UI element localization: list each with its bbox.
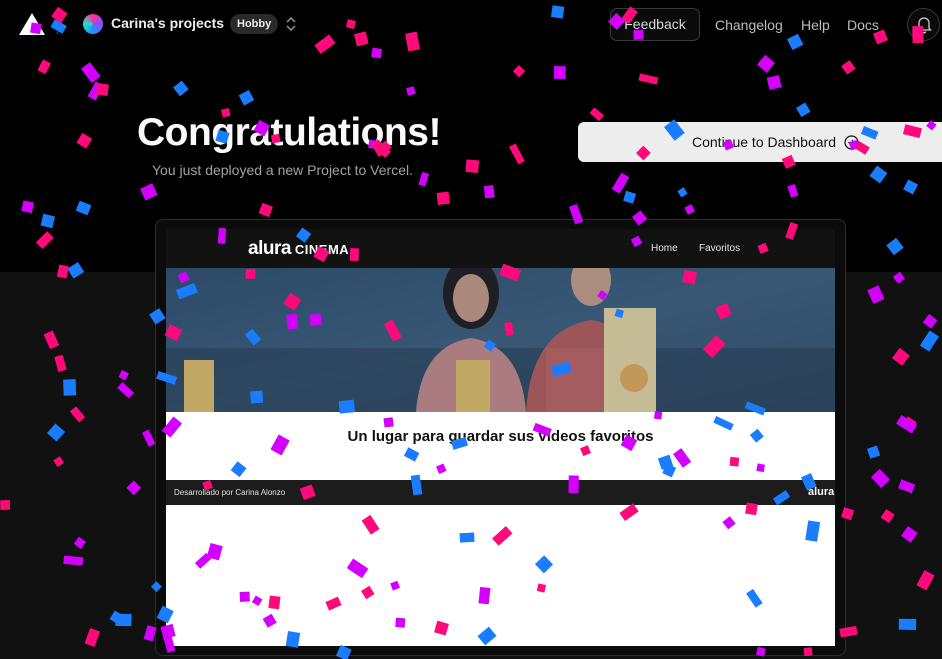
preview-brand-main: alura [248,238,291,259]
confetti-piece [80,62,101,83]
preview-nav-favoritos: Favoritos [699,243,741,254]
confetti-piece [40,213,55,229]
confetti-piece [258,202,273,218]
nav-link-changelog[interactable]: Changelog [715,17,783,33]
team-name[interactable]: Carina's projects [111,15,224,31]
nav-link-help[interactable]: Help [801,17,830,33]
chevron-updown-icon[interactable] [285,15,297,33]
page-subtitle: You just deployed a new Project to Verce… [152,162,413,178]
vercel-logo-icon[interactable] [19,13,45,35]
confetti-piece [37,59,51,75]
confetti-piece [238,89,255,106]
notifications-button[interactable] [907,8,940,41]
confetti-piece [623,190,637,204]
confetti-piece [638,73,659,85]
confetti-piece [589,107,604,122]
confetti-piece [756,54,776,73]
nav-link-docs[interactable]: Docs [847,17,879,33]
confetti-piece [75,200,92,216]
preview-footer-logo: alura [808,486,835,498]
confetti-piece [21,200,35,214]
confetti-piece [869,165,888,184]
confetti-piece [684,204,696,215]
confetti-piece [35,231,54,250]
confetti-piece [173,80,189,97]
confetti-piece [796,102,811,118]
preview-footer: Desarrollado por Carina Alonzo alura [166,480,835,505]
confetti-piece [87,81,104,101]
confetti-piece [886,237,904,256]
preview-site-logo: alura CINEMA [248,238,349,260]
confetti-piece [903,179,919,195]
preview-hero-image [166,268,835,412]
bell-icon [916,17,932,34]
confetti-piece [611,172,630,194]
confetti-piece [553,65,566,80]
team-avatar[interactable] [83,14,103,34]
confetti-piece [509,143,525,165]
confetti-piece [418,171,430,187]
confetti-piece [406,86,416,96]
page-title: Congratulations! [137,111,441,154]
confetti-piece [512,65,526,78]
continue-to-dashboard-button[interactable]: Continue to Dashboard [578,122,942,162]
deployment-preview[interactable]: alura CINEMA Home Favoritos Un lugar para… [166,229,835,646]
confetti-piece [483,185,495,199]
top-navigation: Carina's projects Hobby Feedback Changel… [0,0,942,50]
confetti-piece [76,132,93,149]
confetti-piece [766,75,782,90]
arrow-circle-right-icon [844,134,859,150]
preview-nav-home: Home [651,243,678,254]
feedback-button[interactable]: Feedback [610,8,700,41]
confetti-piece [787,183,799,198]
preview-footer-credit: Desarrollado por Carina Alonzo [174,488,286,497]
confetti-piece [140,183,158,201]
preview-brand-sub: CINEMA [294,242,350,257]
preview-site-header: alura CINEMA Home Favoritos [166,229,835,268]
plan-badge: Hobby [230,14,279,34]
preview-heading: Un lugar para guardar sus videos favorit… [347,428,654,445]
slash-icon [56,13,66,35]
confetti-piece [841,60,856,75]
continue-to-dashboard-label: Continue to Dashboard [692,134,836,150]
confetti-piece [677,187,688,198]
confetti-piece [465,159,480,174]
confetti-piece [436,191,450,205]
confetti-piece [96,83,109,96]
